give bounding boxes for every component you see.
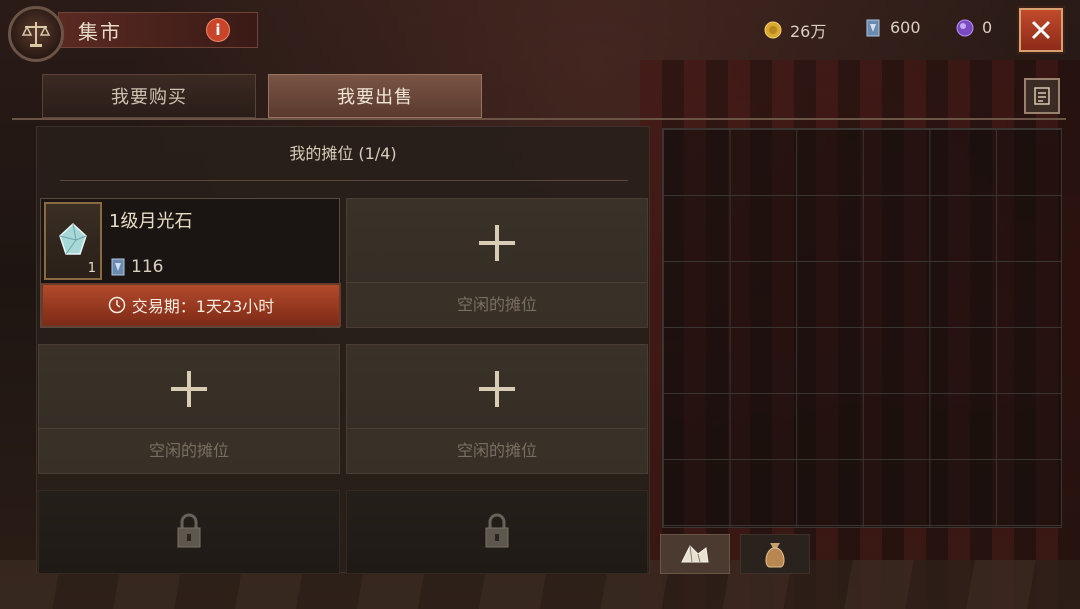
item-price: 116 xyxy=(111,257,163,277)
item-name: 1级月光石 xyxy=(109,211,193,232)
crystal-amount: 600 xyxy=(890,18,921,37)
stall-slot-locked[interactable] xyxy=(38,490,340,574)
stall-divider xyxy=(60,180,628,181)
stall-header: 我的摊位 (1/4) xyxy=(289,144,397,163)
purple-orb-icon xyxy=(956,19,974,36)
tab-sell[interactable]: 我要出售 xyxy=(268,74,482,118)
close-icon xyxy=(1031,20,1051,40)
page-title: 集市 xyxy=(78,20,122,44)
orb-amount: 0 xyxy=(982,18,993,37)
item-icon-frame[interactable]: 1 xyxy=(44,202,102,280)
stall-slot-empty[interactable]: 空闲的摊位 xyxy=(38,344,340,474)
stall-slot-occupied[interactable]: 1 1级月光石 116 交易期：1天23小时 xyxy=(40,198,341,328)
stall-slot-empty[interactable]: 空闲的摊位 xyxy=(346,198,648,328)
stall-slot-empty[interactable]: 空闲的摊位 xyxy=(346,344,648,474)
info-icon[interactable]: i xyxy=(206,18,230,42)
bag-icon xyxy=(765,543,785,568)
stall-slot-locked[interactable] xyxy=(346,490,648,574)
crystal-card-icon xyxy=(866,19,880,36)
inventory-grid[interactable] xyxy=(662,128,1062,528)
scales-icon xyxy=(21,22,51,47)
add-icon xyxy=(171,371,207,407)
add-icon xyxy=(479,225,515,261)
record-icon xyxy=(1034,87,1050,105)
tab-buy[interactable]: 我要购买 xyxy=(42,74,256,118)
close-button[interactable] xyxy=(1017,6,1065,54)
market-emblem xyxy=(8,6,64,62)
gold-amount: 26万 xyxy=(790,22,827,41)
trade-period-bar: 交易期：1天23小时 xyxy=(41,283,341,327)
empty-slot-label: 空闲的摊位 xyxy=(456,295,537,314)
header: 集市 i 26万 600 0 xyxy=(0,0,1080,62)
materials-filter-button[interactable] xyxy=(660,534,730,574)
item-quantity: 1 xyxy=(87,261,96,276)
empty-slot-label: 空闲的摊位 xyxy=(148,441,229,460)
currency-orb: 0 xyxy=(956,18,992,37)
clock-icon xyxy=(108,296,125,314)
material-icon xyxy=(681,545,709,563)
trade-record-button[interactable] xyxy=(1024,78,1060,114)
bag-filter-button[interactable] xyxy=(740,534,810,574)
crystal-card-icon xyxy=(111,258,125,276)
lock-icon xyxy=(485,513,509,548)
gold-coin-icon xyxy=(764,21,782,39)
tab-divider xyxy=(12,118,1066,120)
empty-slot-label: 空闲的摊位 xyxy=(456,441,537,460)
trade-period-text: 交易期：1天23小时 xyxy=(131,297,275,316)
lock-icon xyxy=(177,513,201,548)
add-icon xyxy=(479,371,515,407)
item-price-value: 116 xyxy=(131,257,164,277)
currency-crystal: 600 xyxy=(864,18,921,37)
currency-gold: 26万 xyxy=(764,18,826,42)
